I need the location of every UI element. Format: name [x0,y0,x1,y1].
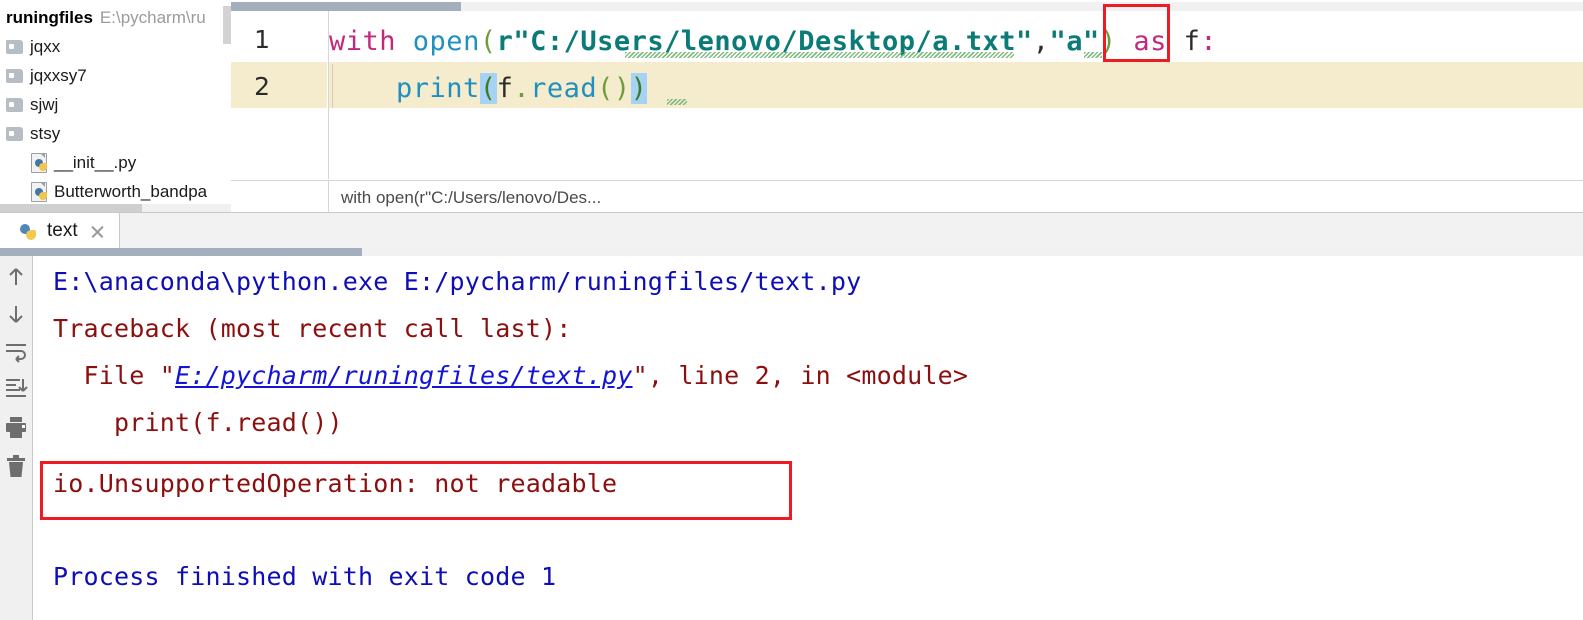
tree-item-label: sjwj [30,95,59,114]
method-read: read [530,73,598,104]
tree-item-label: __init__.py [54,153,137,172]
tree-item-label: Butterworth_bandpa [54,182,208,201]
editor-gutter[interactable]: 1 2 [231,11,329,179]
dot: . [513,73,531,104]
comma: , [1032,26,1050,57]
traceback-file-link[interactable]: E:/pycharm/runingfiles/text.py [175,361,633,390]
soft-wrap-icon[interactable] [3,338,29,364]
paren-open-inner: ( [597,73,614,104]
folder-icon [6,68,23,83]
folder-icon [6,39,23,54]
python-icon [18,221,38,242]
paren-open: ( [479,26,497,57]
spellcheck-squiggle [1084,52,1102,58]
console-line-traceback-header: Traceback (most recent call last): [53,314,572,343]
caret-line-gutter-highlight [231,62,327,108]
tree-item-label: jqxx [30,37,61,56]
matched-paren-open: ( [479,73,497,104]
tree-item-butterworth-bandpass[interactable]: Butterworth_bandpa [31,177,207,206]
spellcheck-squiggle [625,52,1014,58]
console-line-traceback-frame: File "E:/pycharm/runingfiles/text.py", l… [53,361,968,390]
scroll-down-icon[interactable] [3,301,29,327]
console-line-traceback-source: print(f.read()) [53,408,343,437]
console-line-run-command: E:\anaconda\python.exe E:/pycharm/runing… [53,267,862,296]
run-tool-window: text E:\anaconda\python.exe E:/pycharm/r… [0,212,1583,620]
close-icon[interactable] [90,224,105,239]
tree-item-sjwj[interactable]: sjwj [6,90,58,119]
editor-body[interactable]: 1 2 with open(r"C:/Users/lenovo/Desktop/… [231,11,1583,179]
paren-close-inner: ) [613,73,631,104]
project-root-row[interactable]: runingfiles E:\pycharm\ru [6,8,206,28]
code-line-2[interactable]: print(f.read()) [329,73,648,104]
variable-f: f [1183,26,1201,57]
tree-item-stsy[interactable]: stsy [6,119,60,148]
colon: : [1200,26,1218,57]
function-open: open [412,26,480,57]
trash-icon[interactable] [3,453,29,479]
editor-region: runingfiles E:\pycharm\ru jqxx jqxxsy7 sj… [0,0,1583,222]
keyword-with: with [329,26,397,57]
tree-item-jqxx[interactable]: jqxx [6,32,60,61]
project-path: E:\pycharm\ru [99,8,206,27]
python-file-icon [31,181,49,202]
folder-icon [6,126,23,141]
variable-f: f [496,73,514,104]
tree-item-label: jqxxsy7 [30,66,87,85]
tree-item-init-py[interactable]: __init__.py [31,148,136,177]
editor-hscrollbar-thumb[interactable] [231,2,461,11]
tab-label: text [47,220,78,241]
console-line-process-exit: Process finished with exit code 1 [53,562,557,591]
mode-argument-annotation-box [1103,4,1170,62]
traceback-frame-suffix: ", line 2, in <module> [632,361,969,390]
spellcheck-squiggle [667,99,687,105]
line-number: 1 [254,25,270,54]
console-tab-strip: text [0,212,1583,250]
folder-icon [6,97,23,112]
tree-item-jqxxsy7[interactable]: jqxxsy7 [6,61,87,90]
console-output[interactable]: E:\anaconda\python.exe E:/pycharm/runing… [33,256,1583,620]
console-toolbar [0,256,33,620]
project-hscrollbar-thumb[interactable] [0,204,142,212]
breadcrumb-divider [328,181,329,213]
print-icon[interactable] [3,414,29,440]
line-number: 2 [254,72,270,101]
breadcrumb-bar[interactable]: with open(r"C:/Users/lenovo/Des... [231,180,1583,213]
editor-text-area[interactable]: with open(r"C:/Users/lenovo/Desktop/a.tx… [329,11,1583,179]
exception-message-annotation-box [40,461,792,520]
console-hscrollbar-thumb[interactable] [0,248,362,256]
tree-item-label: stsy [30,124,61,143]
breadcrumb[interactable]: with open(r"C:/Users/lenovo/Des... [341,188,601,208]
function-print: print [396,73,480,104]
matched-paren-close: ) [630,73,648,104]
traceback-frame-prefix: File " [53,361,176,390]
python-file-icon [31,152,49,173]
project-name: runingfiles [6,8,93,27]
tab-text[interactable]: text [0,213,120,249]
scroll-up-icon[interactable] [3,264,29,290]
scroll-to-end-icon[interactable] [3,375,29,401]
project-tool-window[interactable]: runingfiles E:\pycharm\ru jqxx jqxxsy7 sj… [0,0,231,212]
